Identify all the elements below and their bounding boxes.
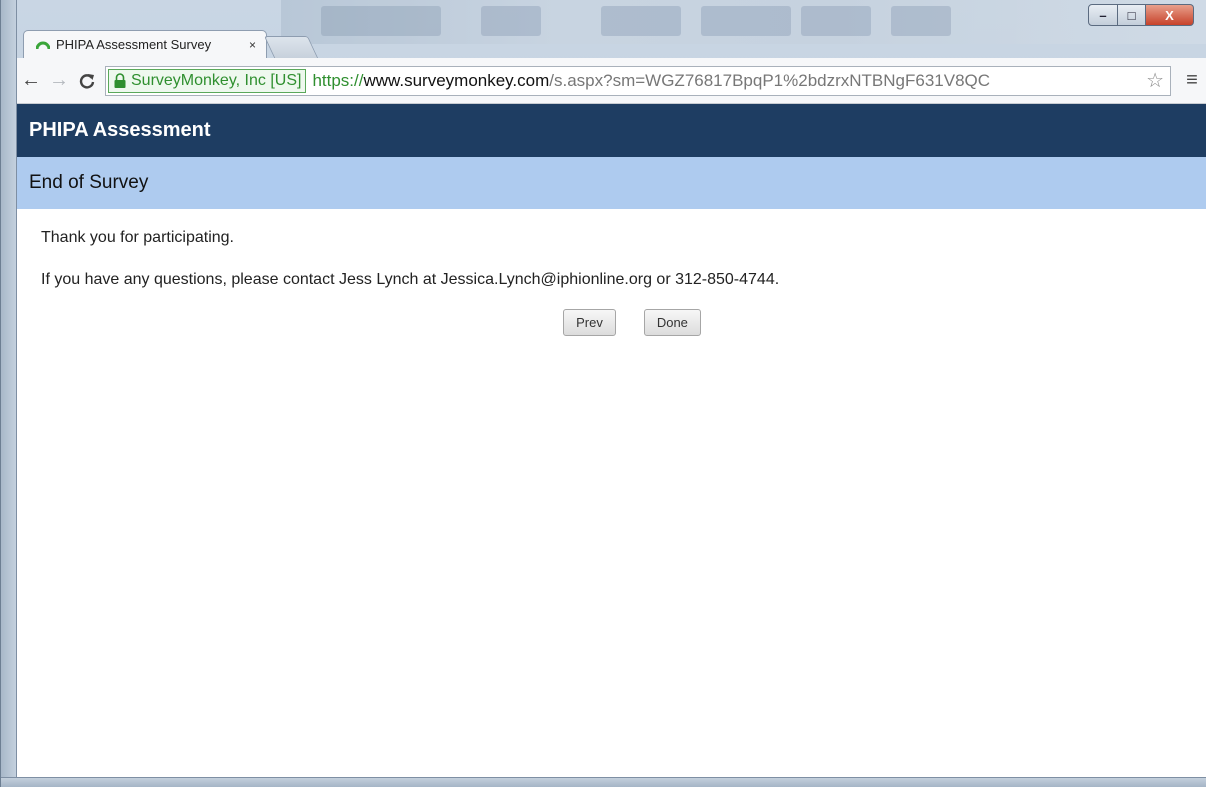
- url-scheme: https://: [312, 70, 364, 90]
- done-button[interactable]: Done: [643, 309, 701, 336]
- tab-title: PHIPA Assessment Survey: [56, 37, 212, 52]
- browser-tab[interactable]: PHIPA Assessment Survey ×: [23, 30, 267, 58]
- back-arrow-icon: ←: [21, 69, 41, 91]
- url-host: www.surveymonkey.com: [363, 70, 550, 90]
- page-content: Thank you for participating. If you have…: [17, 209, 1206, 336]
- forward-arrow-icon: →: [49, 69, 69, 91]
- background-app-ribbon: [281, 0, 1206, 44]
- close-window-button[interactable]: X: [1146, 4, 1194, 26]
- contact-text: If you have any questions, please contac…: [41, 271, 780, 288]
- forward-button[interactable]: →: [45, 67, 73, 95]
- reload-button[interactable]: [73, 67, 101, 95]
- minimize-button[interactable]: –: [1088, 4, 1118, 26]
- url-path: /s.aspx?sm=WGZ76817BpqP1%2bdzrxNTBNgF631…: [549, 70, 991, 90]
- menu-icon[interactable]: ≡: [1177, 69, 1206, 92]
- thank-you-text: Thank you for participating.: [41, 229, 234, 246]
- url-text: https://www.surveymonkey.com/s.aspx?sm=W…: [312, 71, 990, 91]
- ev-certificate-badge[interactable]: SurveyMonkey, Inc [US]: [108, 68, 307, 93]
- prev-button[interactable]: Prev: [563, 309, 616, 336]
- window-left-edge: [1, 0, 17, 787]
- surveymonkey-favicon-icon: [36, 41, 50, 49]
- survey-page: PHIPA Assessment End of Survey Thank you…: [17, 104, 1206, 777]
- lock-icon: [114, 72, 126, 88]
- back-button[interactable]: ←: [17, 67, 45, 95]
- maximize-button[interactable]: □: [1118, 4, 1146, 26]
- ev-certificate-label: SurveyMonkey, Inc [US]: [131, 71, 302, 89]
- survey-title: PHIPA Assessment: [17, 104, 1206, 157]
- address-bar[interactable]: SurveyMonkey, Inc [US] https://www.surve…: [105, 65, 1171, 96]
- window-bottom-edge: [1, 777, 1206, 787]
- page-title: End of Survey: [17, 157, 1206, 209]
- reload-icon: [79, 73, 95, 88]
- browser-window: PHIPA Assessment Survey × – □ X ← → Surv…: [0, 0, 1206, 787]
- navigation-buttons: Prev Done: [57, 309, 1206, 336]
- star-icon[interactable]: ☆: [1146, 68, 1164, 93]
- browser-toolbar: ← → SurveyMonkey, Inc [US] https://www.s…: [17, 58, 1206, 104]
- tab-close-icon[interactable]: ×: [249, 38, 256, 52]
- window-controls: – □ X: [1088, 4, 1194, 26]
